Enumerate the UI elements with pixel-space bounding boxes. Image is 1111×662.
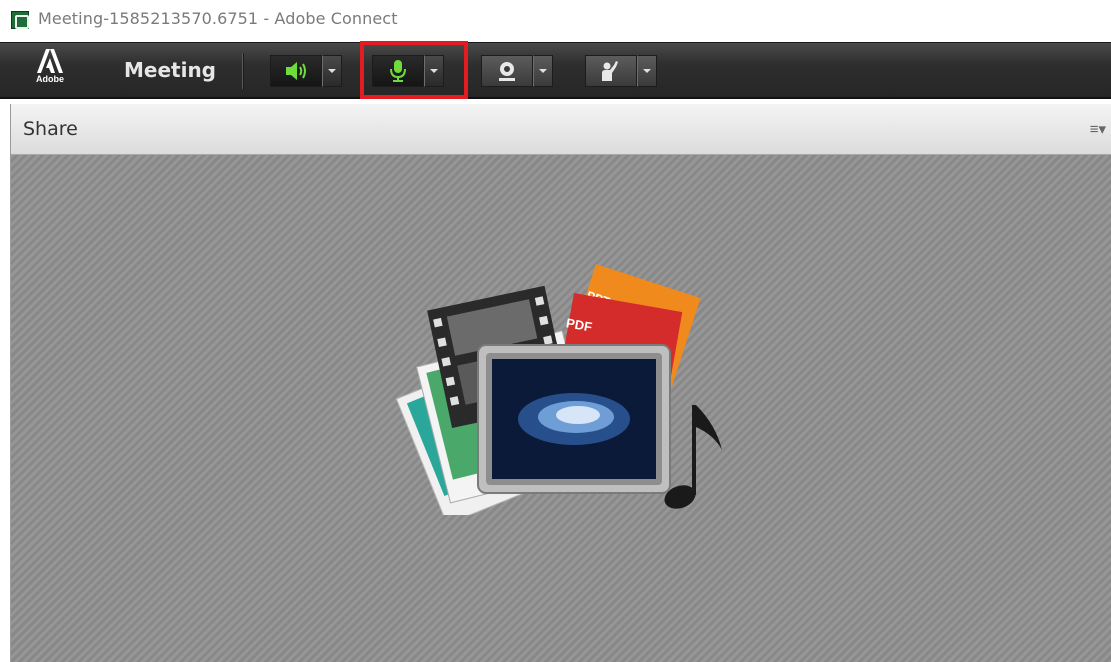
microphone-control	[372, 55, 444, 87]
adobe-logo-text: Adobe	[36, 74, 64, 84]
raise-hand-control	[585, 55, 657, 87]
share-pod-header: Share ≡▾	[11, 104, 1111, 155]
webcam-toggle-button[interactable]	[481, 55, 533, 87]
webcam-control	[481, 55, 553, 87]
speaker-toggle-button[interactable]	[270, 55, 322, 87]
webcam-options-dropdown[interactable]	[533, 55, 553, 87]
toolbar-divider	[242, 53, 243, 89]
share-pod-title: Share	[23, 118, 78, 140]
raise-hand-options-dropdown[interactable]	[637, 55, 657, 87]
speaker-icon	[286, 62, 306, 80]
pod-options-icon[interactable]: ≡▾	[1090, 120, 1106, 138]
microphone-options-dropdown[interactable]	[424, 55, 444, 87]
meeting-toolbar: Adobe Meeting	[0, 41, 1111, 99]
share-media-icon[interactable]: PPT PDF	[395, 255, 736, 525]
raise-hand-icon	[602, 61, 618, 81]
webcam-icon	[499, 62, 515, 81]
microphone-icon	[390, 60, 406, 82]
adobe-logo: Adobe	[30, 49, 70, 93]
adobe-connect-app-icon	[11, 11, 29, 29]
meeting-menu[interactable]: Meeting	[124, 58, 216, 82]
window-title: Meeting-1585213570.6751 - Adobe Connect	[38, 9, 398, 28]
speaker-options-dropdown[interactable]	[322, 55, 342, 87]
raise-hand-button[interactable]	[585, 55, 637, 87]
microphone-toggle-button[interactable]	[372, 55, 424, 87]
window-titlebar: Meeting-1585213570.6751 - Adobe Connect	[0, 0, 1111, 42]
speaker-control	[270, 55, 342, 87]
